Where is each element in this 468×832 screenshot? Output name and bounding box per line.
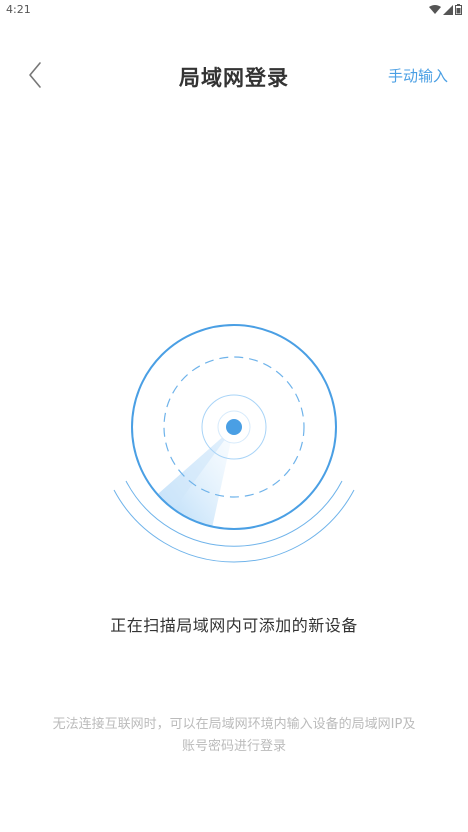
status-bar: 4:21 [0,0,468,22]
status-icons [429,4,462,15]
radar-center-dot [226,419,242,435]
manual-input-button[interactable]: 手动输入 [388,65,448,86]
status-time: 4:21 [6,3,31,16]
battery-icon [455,4,462,15]
radar-scan-icon [100,318,368,586]
radar-arc-1 [125,480,343,547]
wifi-icon [429,4,441,14]
nav-bar: 局域网登录 手动输入 [0,50,468,100]
scan-status-text: 正在扫描局域网内可添加的新设备 [110,616,358,635]
lan-login-hint: 无法连接互联网时，可以在局域网环境内输入设备的局域网IP及账号密码进行登录 [52,717,416,754]
signal-icon [443,4,453,15]
radar-arc-2 [113,489,355,563]
